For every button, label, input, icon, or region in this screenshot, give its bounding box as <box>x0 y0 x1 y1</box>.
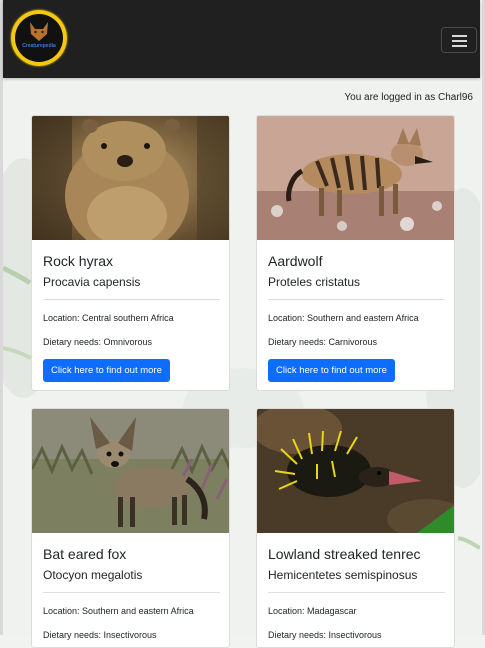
site-logo[interactable]: Creaturepedia <box>11 10 67 66</box>
animal-name: Bat eared fox <box>43 546 127 562</box>
animal-logo-icon <box>30 22 48 41</box>
login-status: You are logged in as Charl96 <box>344 92 473 103</box>
logo-text: Creaturepedia <box>22 43 56 49</box>
animal-name: Rock hyrax <box>43 253 114 269</box>
diet-text: Dietary needs: Insectivorous <box>268 630 382 640</box>
location-text: Location: Madagascar <box>268 606 357 616</box>
location-text: Location: Central southern Africa <box>43 313 174 323</box>
menu-toggle-button[interactable] <box>441 27 477 53</box>
scientific-name: Proteles cristatus <box>268 275 361 289</box>
animal-photo <box>257 116 454 240</box>
animal-photo <box>257 409 454 533</box>
scientific-name: Hemicentetes semispinosus <box>268 568 418 582</box>
diet-text: Dietary needs: Carnivorous <box>268 337 378 347</box>
animal-photo <box>32 409 229 533</box>
location-text: Location: Southern and eastern Africa <box>43 606 194 616</box>
divider <box>43 299 220 300</box>
animal-card: Rock hyrax Procavia capensis Location: C… <box>31 115 230 391</box>
scientific-name: Otocyon megalotis <box>43 568 143 582</box>
find-out-more-button[interactable]: Click here to find out more <box>268 359 395 382</box>
divider <box>43 592 220 593</box>
divider <box>268 592 445 593</box>
diet-text: Dietary needs: Insectivorous <box>43 630 157 640</box>
find-out-more-button[interactable]: Click here to find out more <box>43 359 170 382</box>
diet-text: Dietary needs: Omnivorous <box>43 337 153 347</box>
animal-name: Aardwolf <box>268 253 323 269</box>
animal-card: Lowland streaked tenrec Hemicentetes sem… <box>256 408 455 648</box>
navbar: Creaturepedia <box>3 0 480 78</box>
scientific-name: Procavia capensis <box>43 275 141 289</box>
divider <box>268 299 445 300</box>
animal-photo <box>32 116 229 240</box>
animal-name: Lowland streaked tenrec <box>268 546 421 562</box>
animal-card: Bat eared fox Otocyon megalotis Location… <box>31 408 230 648</box>
animal-card: Aardwolf Proteles cristatus Location: So… <box>256 115 455 391</box>
location-text: Location: Southern and eastern Africa <box>268 313 419 323</box>
